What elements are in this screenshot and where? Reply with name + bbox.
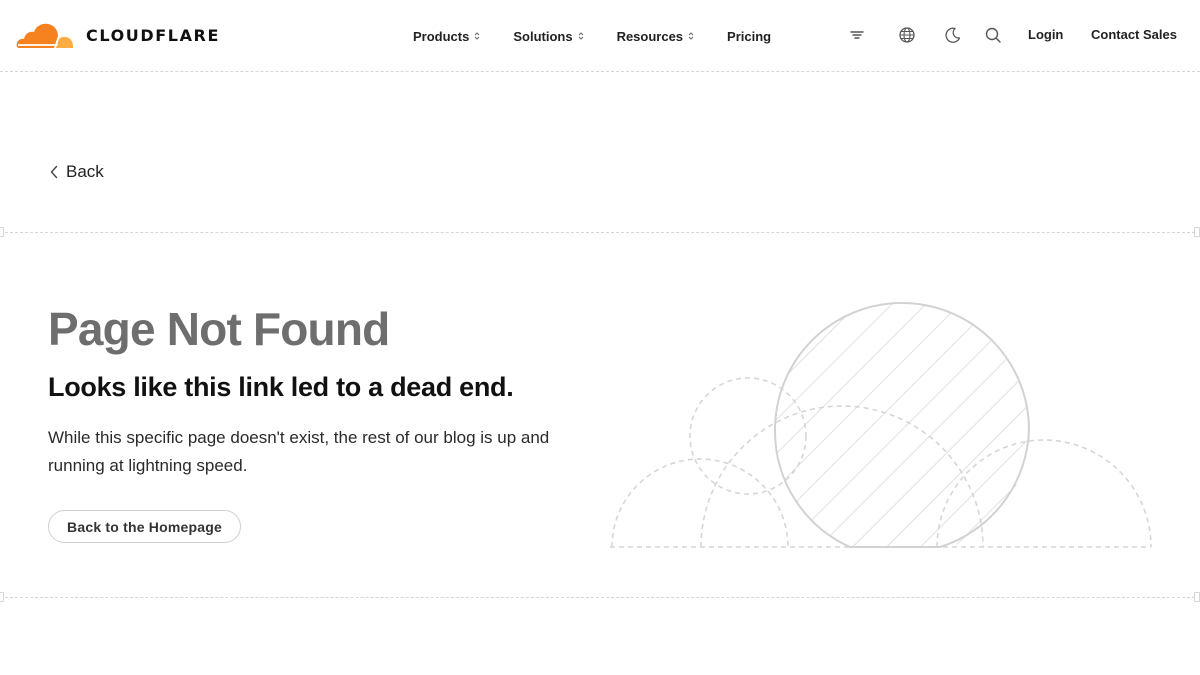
page-description: While this specific page doesn't exist, … — [48, 428, 550, 475]
nav-resources[interactable]: Resources — [617, 27, 694, 45]
globe-icon[interactable] — [898, 26, 916, 44]
nav-solutions[interactable]: Solutions — [513, 27, 583, 45]
divider-marker — [1194, 227, 1200, 237]
page-subtitle: Looks like this link led to a dead end. — [48, 372, 514, 402]
main-nav: Products Solutions Resources Pricing — [413, 27, 804, 45]
nav-label: Products — [413, 28, 470, 44]
divider-marker — [0, 227, 4, 237]
search-icon[interactable] — [984, 26, 1002, 44]
divider — [0, 597, 1200, 598]
nav-label: Solutions — [513, 28, 573, 44]
divider-marker — [1194, 592, 1200, 602]
divider-marker — [0, 592, 4, 602]
back-link[interactable]: Back — [50, 162, 104, 182]
cloudflare-cloud-icon — [16, 23, 73, 48]
chevron-left-icon — [50, 165, 58, 179]
nav-label: Resources — [616, 28, 684, 44]
divider — [0, 71, 1200, 72]
login-link[interactable]: Login — [1028, 27, 1063, 42]
chevron-updown-icon — [474, 32, 480, 40]
page-title: Page Not Found — [48, 303, 390, 355]
brand-name: CLOUDFLARE — [86, 26, 220, 45]
filter-icon[interactable] — [848, 26, 866, 44]
nav-pricing[interactable]: Pricing — [727, 27, 771, 45]
chevron-updown-icon — [578, 32, 583, 40]
nav-products[interactable]: Products — [413, 27, 480, 45]
back-to-homepage-button[interactable]: Back to the Homepage — [48, 510, 241, 543]
contact-sales-link[interactable]: Contact Sales — [1091, 27, 1177, 42]
cloudflare-logo[interactable]: CLOUDFLARE — [16, 22, 220, 49]
dead-end-cloud-illustration — [610, 302, 1152, 548]
chevron-updown-icon — [688, 32, 694, 40]
site-header: CLOUDFLARE Products Solutions Resources … — [0, 0, 1200, 71]
moon-icon[interactable] — [944, 26, 962, 44]
back-label: Back — [66, 162, 104, 181]
divider — [0, 232, 1200, 233]
nav-label: Pricing — [727, 28, 772, 44]
